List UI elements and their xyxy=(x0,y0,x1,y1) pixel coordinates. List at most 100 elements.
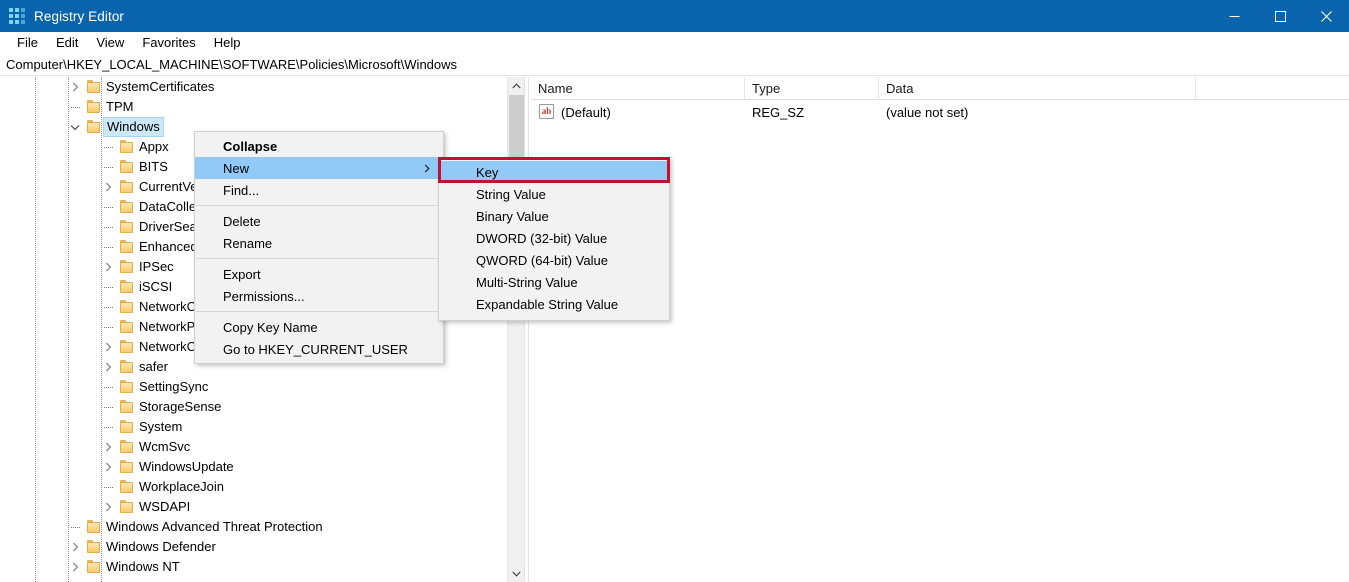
tree-item-label: Appx xyxy=(139,139,169,154)
new-submenu[interactable]: Key String Value Binary Value DWORD (32-bit… xyxy=(438,157,670,321)
menu-item-edit[interactable]: Edit xyxy=(47,33,87,52)
chevron-right-icon[interactable] xyxy=(101,437,115,457)
tree-item-label: WcmSvc xyxy=(139,439,191,454)
submenu-item-multi-string-value[interactable]: Multi-String Value xyxy=(439,271,669,293)
chevron-right-icon[interactable] xyxy=(101,357,115,377)
chevron-right-icon[interactable] xyxy=(101,497,115,517)
tree-guide xyxy=(104,427,113,428)
scroll-up-icon[interactable] xyxy=(508,77,524,94)
tree-item-label: SystemCertificates xyxy=(106,79,215,94)
tree-item-label: iSCSI xyxy=(139,279,173,294)
menu-item-help[interactable]: Help xyxy=(205,33,250,52)
menu-item-view[interactable]: View xyxy=(87,33,133,52)
column-header-name[interactable]: Name xyxy=(531,77,745,100)
context-menu-item-label: Go to HKEY_CURRENT_USER xyxy=(223,341,408,357)
context-menu-item-permissions[interactable]: Permissions... xyxy=(195,285,443,307)
context-menu[interactable]: Collapse New Find... Delete Rename Export Perm… xyxy=(194,131,444,364)
context-menu-item-rename[interactable]: Rename xyxy=(195,232,443,254)
context-menu-item-label: Permissions... xyxy=(223,288,305,304)
tree-item[interactable]: StorageSense xyxy=(0,397,504,417)
table-row[interactable]: ab (Default) REG_SZ (value not set) xyxy=(531,100,1349,124)
tree-item-label: SettingSync xyxy=(139,379,209,394)
context-menu-item-label: Delete xyxy=(223,213,261,229)
tree-item-label: Windows Advanced Threat Protection xyxy=(106,519,323,534)
menu-bar: File Edit View Favorites Help xyxy=(0,32,1349,54)
tree-vertical-scrollbar[interactable] xyxy=(507,77,524,582)
chevron-right-icon[interactable] xyxy=(101,337,115,357)
tree-item[interactable]: WindowsUpdate xyxy=(0,457,504,477)
maximize-button[interactable] xyxy=(1257,0,1303,32)
folder-icon xyxy=(120,360,134,373)
tree-item[interactable]: WSDAPI xyxy=(0,497,504,517)
folder-icon xyxy=(120,200,134,213)
list-column-headers: Name Type Data xyxy=(531,77,1349,100)
tree-item[interactable]: WcmSvc xyxy=(0,437,504,457)
context-menu-item-delete[interactable]: Delete xyxy=(195,210,443,232)
folder-icon xyxy=(87,560,101,573)
submenu-item-qword-64-bit-value[interactable]: QWORD (64-bit) Value xyxy=(439,249,669,271)
submenu-item-binary-value[interactable]: Binary Value xyxy=(439,205,669,227)
context-menu-item-go-to-hkey-current-user[interactable]: Go to HKEY_CURRENT_USER xyxy=(195,338,443,360)
folder-icon xyxy=(120,380,134,393)
tree-item-label: Windows Defender xyxy=(106,539,216,554)
submenu-item-string-value[interactable]: String Value xyxy=(439,183,669,205)
scroll-down-icon[interactable] xyxy=(508,565,524,582)
column-header-type[interactable]: Type xyxy=(745,77,879,100)
minimize-button[interactable] xyxy=(1211,0,1257,32)
menu-separator xyxy=(196,205,442,206)
context-menu-item-label: Collapse xyxy=(223,138,278,154)
tree-item[interactable]: SystemCertificates xyxy=(0,77,504,97)
chevron-right-icon[interactable] xyxy=(68,77,82,97)
folder-icon xyxy=(120,280,134,293)
context-menu-item-new[interactable]: New xyxy=(195,157,443,179)
values-pane: Name Type Data ab (Default) REG_SZ (value … xyxy=(531,77,1349,582)
menu-separator xyxy=(196,311,442,312)
submenu-item-dword-32-bit-value[interactable]: DWORD (32-bit) Value xyxy=(439,227,669,249)
folder-icon xyxy=(120,400,134,413)
tree-item[interactable]: TPM xyxy=(0,97,504,117)
tree-item-label: WindowsUpdate xyxy=(139,459,234,474)
submenu-item-expandable-string-value[interactable]: Expandable String Value xyxy=(439,293,669,315)
folder-icon xyxy=(120,420,134,433)
context-menu-item-label: Rename xyxy=(223,235,273,251)
chevron-down-icon[interactable] xyxy=(68,117,82,137)
tree-item[interactable]: SettingSync xyxy=(0,377,504,397)
address-bar[interactable]: Computer\HKEY_LOCAL_MACHINE\SOFTWARE\Pol… xyxy=(0,54,1349,76)
context-menu-item-label: Export xyxy=(223,266,261,282)
close-button[interactable] xyxy=(1303,0,1349,32)
submenu-item-key[interactable]: Key xyxy=(439,161,669,183)
context-menu-item-export[interactable]: Export xyxy=(195,263,443,285)
tree-item[interactable]: Windows NT xyxy=(0,557,504,577)
menu-item-favorites[interactable]: Favorites xyxy=(133,33,204,52)
chevron-right-icon[interactable] xyxy=(101,457,115,477)
tree-guide xyxy=(71,527,80,528)
tree-guide xyxy=(104,147,113,148)
registry-path: Computer\HKEY_LOCAL_MACHINE\SOFTWARE\Pol… xyxy=(6,57,458,72)
tree-item[interactable]: Windows Defender xyxy=(0,537,504,557)
tree-item-label: Windows xyxy=(103,117,164,137)
context-menu-item-label: Copy Key Name xyxy=(223,319,318,335)
chevron-right-icon[interactable] xyxy=(68,537,82,557)
string-value-icon: ab xyxy=(539,104,554,119)
context-menu-item-find[interactable]: Find... xyxy=(195,179,443,201)
context-menu-item-label: Find... xyxy=(223,182,260,198)
tree-item[interactable]: WorkplaceJoin xyxy=(0,477,504,497)
folder-icon xyxy=(87,120,101,133)
chevron-right-icon[interactable] xyxy=(101,257,115,277)
value-name: (Default) xyxy=(561,104,611,120)
title-bar: Registry Editor xyxy=(0,0,1349,32)
tree-guide xyxy=(104,247,113,248)
chevron-right-icon[interactable] xyxy=(101,177,115,197)
folder-icon xyxy=(120,480,134,493)
column-header-data[interactable]: Data xyxy=(879,77,1196,100)
context-menu-item-collapse[interactable]: Collapse xyxy=(195,135,443,157)
tree-item[interactable]: System xyxy=(0,417,504,437)
pane-splitter[interactable] xyxy=(524,77,529,582)
context-menu-item-copy-key-name[interactable]: Copy Key Name xyxy=(195,316,443,338)
tree-item[interactable]: Windows Advanced Threat Protection xyxy=(0,517,504,537)
chevron-right-icon xyxy=(424,157,430,179)
folder-icon xyxy=(120,340,134,353)
chevron-right-icon[interactable] xyxy=(68,557,82,577)
menu-item-file[interactable]: File xyxy=(8,33,47,52)
window-controls xyxy=(1211,0,1349,32)
